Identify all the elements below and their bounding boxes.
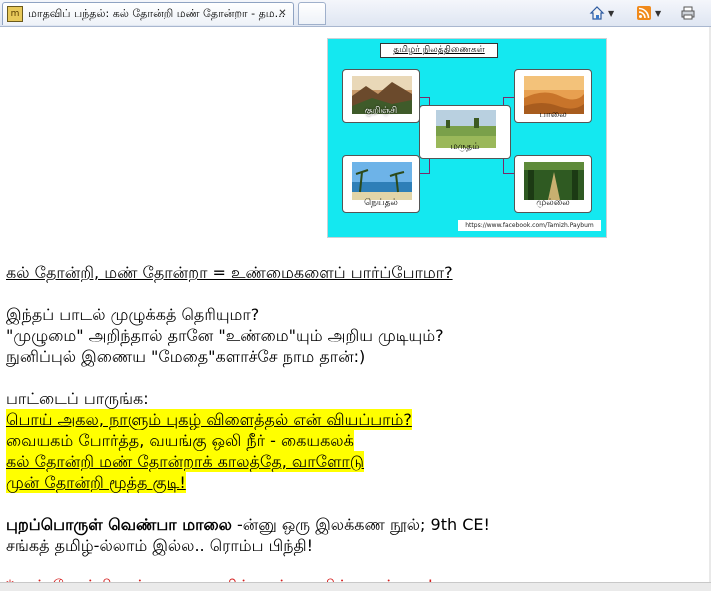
home-button[interactable]: ▼ xyxy=(589,4,614,22)
site-favicon-icon: m xyxy=(7,6,23,22)
browser-tab-bar: m மாதவிப் பந்தல்: கல் தோன்றி மண் தோன்றா … xyxy=(0,0,711,27)
blog-post-content: தமிழர் நிலத்திணைகள் குறிஞ்சி பாலை மருதம்… xyxy=(6,27,706,591)
home-icon xyxy=(589,6,605,20)
feeds-button[interactable]: ▼ xyxy=(636,4,661,22)
image-credit-url: https://www.facebook.com/Tamizh.Paybum xyxy=(458,220,601,231)
post-heading: கல் தோன்றி, மண் தோன்றா = உண்மைகளைப் பார்… xyxy=(6,263,453,282)
card-label: குறிஞ்சி xyxy=(364,106,398,116)
print-button[interactable] xyxy=(680,4,696,22)
note-line: சங்கத் தமிழ்-ல்லாம் இல்ல.. ரொம்ப பிந்தி! xyxy=(6,536,314,555)
card-neithal: நெய்தல் xyxy=(342,155,420,213)
verse-line: முன் தோன்றி மூத்த குடி! xyxy=(6,472,186,493)
image-title: தமிழர் நிலத்திணைகள் xyxy=(380,43,498,58)
tamil-land-types-image[interactable]: தமிழர் நிலத்திணைகள் குறிஞ்சி பாலை மருதம்… xyxy=(327,38,607,238)
forest-photo xyxy=(524,162,584,200)
chevron-down-icon[interactable]: ▼ xyxy=(655,9,661,18)
verse-line: பொய் அகல, நாளும் புகழ் விளைத்தல் என் விய… xyxy=(6,409,412,430)
card-label: பாலை xyxy=(539,110,567,120)
print-icon xyxy=(681,6,695,20)
new-tab-button[interactable] xyxy=(298,2,326,25)
source-description: -ன்னு ஒரு இலக்கண நூல்; 9th CE! xyxy=(231,515,490,534)
source-title: புறப்பொருள் வெண்பா மாலை xyxy=(6,515,232,534)
card-marutham: மருதம் xyxy=(419,105,511,159)
chevron-down-icon[interactable]: ▼ xyxy=(608,9,614,18)
verse-intro: பாட்டைப் பாருங்க: xyxy=(6,389,149,408)
card-label: மருதம் xyxy=(450,142,480,152)
desert-photo xyxy=(524,76,584,114)
card-mullai: முல்லை xyxy=(514,155,592,213)
seashore-photo xyxy=(352,162,412,200)
tab-title: மாதவிப் பந்தல்: கல் தோன்றி மண் தோன்றா - … xyxy=(28,6,286,20)
card-kurinji: குறிஞ்சி xyxy=(342,69,420,123)
source-line: புறப்பொருள் வெண்பா மாலை -ன்னு ஒரு இலக்கண… xyxy=(6,514,490,535)
rss-feed-icon xyxy=(637,6,651,20)
horizontal-scrollbar[interactable] xyxy=(0,582,711,591)
paragraph-line: "முழுமை" அறிந்தால் தானே "உண்மை"யும் அறிய… xyxy=(6,326,444,345)
browser-tab[interactable]: m மாதவிப் பந்தல்: கல் தோன்றி மண் தோன்றா … xyxy=(2,2,294,25)
verse-line: கல் தோன்றி மண் தோன்றாக் காலத்தே, வாளோடு xyxy=(6,451,365,472)
close-tab-icon[interactable]: ✕ xyxy=(275,7,290,21)
verse-line: வையகம் போர்த்த, வயங்கு ஒலி நீர் - கையகலக… xyxy=(6,430,354,451)
paragraph-line: இந்தப் பாடல் முழுக்கத் தெரியுமா? xyxy=(6,305,260,324)
paragraph-line: நுனிப்புல் இணைய "மேதை"களாச்சே நாம தான்:) xyxy=(6,347,366,366)
card-label: நெய்தல் xyxy=(364,198,398,208)
card-palai: பாலை xyxy=(514,69,592,123)
card-label: முல்லை xyxy=(536,198,570,208)
